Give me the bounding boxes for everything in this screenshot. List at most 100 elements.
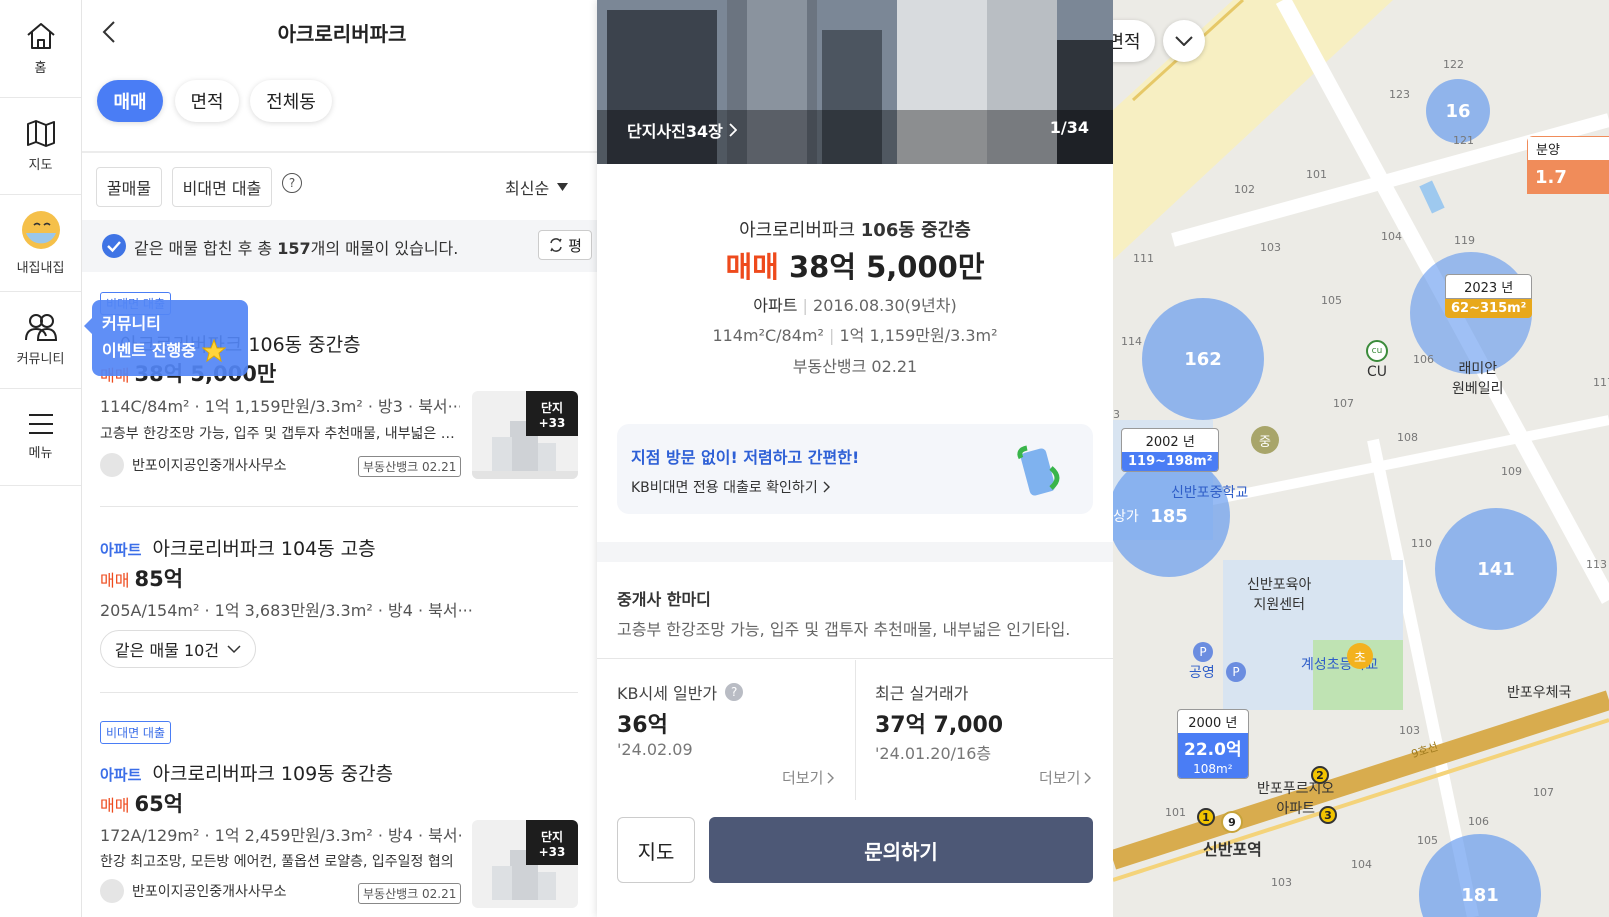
chevron-right-icon [827,772,835,783]
block-number: 104 [1351,858,1372,871]
complex-badge[interactable]: 2000 년 22.0억 108m² [1177,709,1249,779]
promo-link[interactable]: KB비대면 전용 대출로 확인하기 [631,477,830,497]
listing-spec: 205A/154m² · 1억 3,683만원/3.3m² · 방4 · 북서·… [100,601,473,620]
badge-area: 119~198m² [1122,452,1219,471]
badge-price: 22.0억 [1178,733,1248,762]
complex-badge[interactable]: 2002 년 119~198m² [1121,428,1220,472]
recent-price-value: 37억 7,000 [875,713,1004,738]
middle-school-marker[interactable]: 중 [1251,426,1279,454]
unit-label: 평 [568,236,582,255]
loan-filter-button[interactable]: 비대면 대출 [172,167,272,207]
listing-item[interactable]: 아파트 아크로리버파크 104동 고층 [100,534,376,561]
help-icon[interactable]: ? [725,683,744,701]
agent-row: 반포이지공인중개사사무소 [100,453,287,477]
expand-button[interactable] [1163,20,1205,62]
chip-sale[interactable]: 매매 [97,80,163,122]
station-exit-marker[interactable]: 3 [1319,806,1337,824]
source-badge: 부동산뱅크 02.21 [358,883,462,904]
listing-price: 매매 85억 [100,567,184,591]
listing-title: 아크로리버파크 104동 고층 [152,538,376,560]
nav-label: 홈 [34,61,47,76]
block-number: 102 [1234,183,1255,196]
block-number: 119 [1454,234,1475,247]
poi-childcare[interactable]: 신반포육아 지원센터 [1247,574,1311,614]
block-number: 103 [1260,241,1281,254]
sort-dropdown[interactable]: 최신순 [505,175,569,199]
more-label: 더보기 [1039,769,1081,787]
nav-home[interactable]: 홈 [0,0,81,98]
badge-area: 62~315m² [1445,299,1533,318]
photo-label[interactable]: 단지사진34장 [627,118,737,142]
community-event-tooltip[interactable]: 커뮤니티 이벤트 진행중 [84,300,248,376]
help-icon[interactable]: ? [282,173,302,193]
complex-photo[interactable]: 단지사진34장 1/34 [597,0,1113,164]
nav-mynest[interactable]: 내집내집 [0,194,81,292]
agent-row: 반포이지공인중개사사무소 [100,879,287,903]
tooltip-line: 커뮤니티 [102,314,161,333]
kb-price-date: '24.02.09 [617,740,693,759]
station-label[interactable]: 신반포역 [1203,836,1262,860]
line9-station-icon[interactable]: 9 [1221,811,1243,833]
map-view[interactable]: 면적 분양 1.7 16 162 185 141 181 2023 년 62~3… [1113,0,1609,917]
parking-icon: P [1226,662,1246,682]
listing-thumbnail[interactable]: 단지+33 [472,820,578,908]
complex-badge-selected[interactable]: 2023 년 62~315m² [1445,274,1533,318]
nav-map[interactable]: 지도 [0,97,81,195]
listing-cluster[interactable]: 162 [1142,298,1264,420]
poi-cu[interactable]: cu CU [1366,340,1388,380]
listing-cluster[interactable]: 141 [1435,508,1557,630]
nav-community[interactable]: 커뮤니티 [0,291,81,389]
honey-filter-button[interactable]: 꿀매물 [96,167,162,207]
kb-price-label: KB시세 일반가 ? [617,680,744,704]
sort-label: 최신순 [505,179,550,198]
section-gap [597,542,1113,562]
same-listings-button[interactable]: 같은 매물 10건 [100,630,256,668]
elementary-school-marker[interactable]: 초 [1347,643,1373,669]
poi-store[interactable]: 상가 [1113,506,1139,526]
listing-price: 매매 65억 [100,792,184,816]
station-exit-marker[interactable]: 1 [1197,808,1215,826]
chip-building[interactable]: 전체동 [250,80,332,122]
kb-more-link[interactable]: 더보기 [782,767,835,788]
chevron-right-icon [1084,772,1092,783]
unit-toggle-button[interactable]: 평 [538,230,592,260]
convenience-store-icon: cu [1366,340,1388,362]
station-exit-marker[interactable]: 2 [1311,766,1329,784]
block-number: 122 [1443,58,1464,71]
listing-item[interactable]: 비대면 대출 [100,721,172,744]
divider [82,151,611,153]
block-number: 106 [1468,815,1489,828]
listing-thumbnail[interactable]: 단지+33 [472,391,578,479]
agent-avatar [100,453,124,477]
recent-more-link[interactable]: 더보기 [1039,767,1092,788]
inquire-button[interactable]: 문의하기 [709,817,1093,883]
notice-bar: 같은 매물 합친 후 총 157개의 매물이 있습니다. 평 [82,220,602,272]
badge-area: 108m² [1178,762,1248,778]
photo-counter: 1/34 [1049,118,1089,137]
map-button[interactable]: 지도 [617,817,695,883]
block-number: 110 [1411,537,1432,550]
menu-icon [27,412,55,436]
chip-area[interactable]: 면적 [175,80,239,122]
nav-menu[interactable]: 메뉴 [0,388,81,486]
area-filter-button[interactable]: 면적 [1113,20,1155,62]
presale-marker[interactable]: 분양 1.7 [1527,136,1609,200]
nav-label: 커뮤니티 [16,352,65,367]
listing-desc: 고층부 한강조망 가능, 입주 및 갭투자 추천매물, 내부넓은 인기타··· [100,426,462,442]
detail-panel: 단지사진34장 1/34 아크로리버파크 106동 중간층 매매 38억 5,0… [597,0,1113,917]
poi-school[interactable]: 신반포중학교 [1171,482,1248,502]
listing-desc: 한강 최고조망, 모든방 에어컨, 풀옵션 로얄층, 입주일정 협의 [100,854,454,870]
caret-down-icon [557,183,569,191]
listing-spec: 114C/84m² · 1억 1,159만원/3.3m² · 방3 · 북서··… [100,397,460,416]
source-badge: 부동산뱅크 02.21 [358,456,462,477]
detail-name: 아크로리버파크 106동 중간층 [739,220,971,241]
kb-price-value: 36억 [617,713,668,738]
block-number: 121 [1453,134,1474,147]
divider [100,692,578,693]
poi-parking[interactable]: 공영 [1189,662,1215,682]
loan-promo-banner[interactable]: 지점 방문 없이! 저렴하고 간편한! KB비대면 전용 대출로 확인하기 [617,424,1093,514]
listing-heading[interactable]: 아파트 아크로리버파크 109동 중간층 [100,759,393,786]
poi-post-office[interactable]: 반포우체국 [1507,682,1571,702]
badge-year: 2000 년 [1188,716,1238,731]
poi-raemian[interactable]: 래미안 원베일리 [1452,358,1504,398]
